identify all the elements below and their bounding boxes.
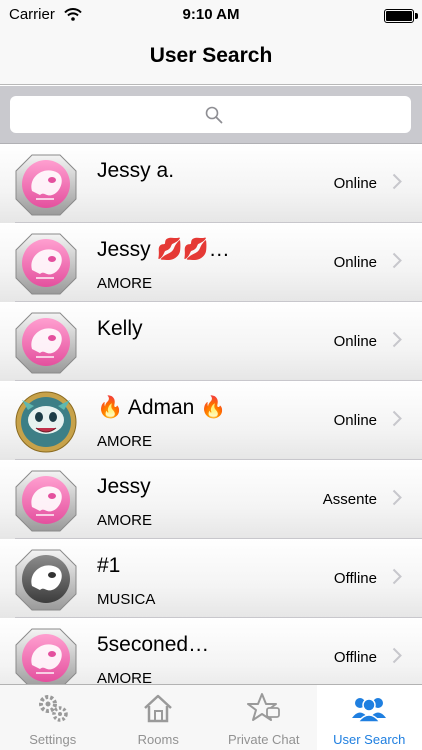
navigation-bar: User Search [0, 30, 422, 85]
user-subtitle: AMORE [97, 512, 153, 529]
user-status: Online [333, 412, 377, 429]
gears-icon [38, 695, 68, 722]
user-name: Jessy [97, 475, 151, 498]
battery-tip [415, 13, 418, 19]
chevron-right-icon [392, 173, 402, 190]
list-item[interactable]: Jessy AMORE Assente [0, 460, 422, 539]
tab-user-search[interactable]: User Search [316, 685, 422, 750]
status-bar: Carrier 9:10 AM [0, 0, 422, 30]
user-name: Jessy a. [97, 159, 175, 182]
tab-label: User Search [333, 732, 406, 747]
user-name: 5seconed… [97, 633, 210, 656]
page-title: User Search [149, 44, 273, 67]
users-icon [352, 698, 387, 723]
battery-icon [384, 9, 414, 23]
user-status: Offline [333, 649, 377, 666]
list-item[interactable]: #1 MUSICA Offline [0, 539, 422, 618]
house-icon [144, 694, 173, 723]
tab-settings[interactable]: Settings [0, 685, 106, 750]
chevron-right-icon [392, 489, 402, 506]
chevron-right-icon [392, 252, 402, 269]
status-time: 9:10 AM [182, 6, 240, 23]
pink-alien-badge-icon [14, 232, 78, 296]
user-status: Assente [322, 491, 377, 508]
user-subtitle: AMORE [97, 670, 153, 684]
user-name: 🔥 Adman 🔥 [97, 396, 227, 419]
list-item[interactable]: 🔥 Adman 🔥 AMORE Online [0, 381, 422, 460]
pink-alien-badge-icon [14, 311, 78, 375]
user-list: Jessy a. Online Jessy 💋💋… AMORE Online K… [0, 144, 422, 684]
chevron-right-icon [392, 410, 402, 427]
star-chat-icon [246, 693, 280, 721]
chevron-right-icon [392, 331, 402, 348]
pink-alien-badge-icon [14, 627, 78, 684]
gray-alien-badge-icon [14, 548, 78, 612]
tab-bar: Settings Rooms Private Chat User Search [0, 684, 422, 750]
list-item[interactable]: Jessy 💋💋… AMORE Online [0, 223, 422, 302]
user-subtitle: AMORE [97, 433, 153, 450]
tab-private-chat[interactable]: Private Chat [211, 685, 317, 750]
list-item[interactable]: Kelly Online [0, 302, 422, 381]
teal-creature-icon [14, 390, 78, 454]
search-icon [205, 106, 223, 129]
search-bar [0, 86, 422, 144]
user-subtitle: AMORE [97, 275, 153, 292]
user-name: #1 [97, 554, 121, 577]
tab-rooms[interactable]: Rooms [106, 685, 212, 750]
tab-label: Private Chat [227, 732, 300, 747]
chevron-right-icon [392, 568, 402, 585]
list-item[interactable]: Jessy a. Online [0, 144, 422, 223]
user-status: Online [333, 175, 377, 192]
user-subtitle: MUSICA [97, 591, 156, 608]
user-status: Online [333, 254, 377, 271]
user-name: Kelly [97, 317, 143, 340]
search-input[interactable] [10, 96, 411, 133]
chevron-right-icon [392, 647, 402, 664]
list-item[interactable]: 5seconed… AMORE Offline [0, 618, 422, 684]
tab-label: Rooms [137, 732, 179, 747]
user-status: Offline [333, 570, 377, 587]
tab-label: Settings [29, 732, 77, 747]
pink-alien-badge-icon [14, 469, 78, 533]
user-status: Online [333, 333, 377, 350]
pink-alien-badge-icon [14, 153, 78, 217]
user-name: Jessy 💋💋… [97, 238, 230, 261]
